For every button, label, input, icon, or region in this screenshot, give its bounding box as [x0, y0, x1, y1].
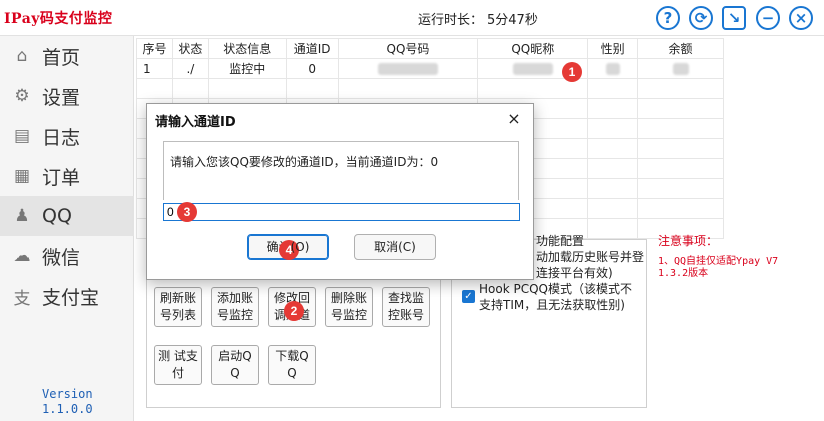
version-value: 1.1.0.0	[42, 402, 93, 416]
column-header-index[interactable]: 序号	[136, 38, 173, 59]
sidebar-item-home[interactable]: ⌂ 首页	[0, 36, 134, 76]
table-row	[136, 78, 724, 99]
test-pay-button[interactable]: 测 试支 付	[154, 345, 202, 385]
runtime-display: 运行时长： 5分47秒	[418, 9, 538, 28]
sidebar-item-wechat[interactable]: ☁ 微信	[0, 236, 134, 276]
sidebar-item-alipay[interactable]: 支 支付宝	[0, 276, 134, 316]
redacted-balance	[672, 63, 689, 75]
table-header-row: 序号 状态 状态信息 通道ID QQ号码 QQ昵称 性别 余额	[136, 38, 724, 59]
runtime-label: 运行时长：	[418, 13, 484, 28]
home-icon: ⌂	[16, 46, 28, 66]
table-row[interactable]: 1 ./ 监控中 0	[136, 58, 724, 79]
order-icon: ▦	[13, 166, 31, 186]
qq-icon: ♟	[14, 206, 30, 226]
row-status: ./	[171, 58, 209, 79]
confirm-button-shortcut: (O)	[290, 240, 310, 254]
row-status-info: 监控中	[207, 58, 287, 79]
row-channel-id: 0	[285, 58, 339, 79]
column-header-balance[interactable]: 余额	[637, 38, 724, 59]
notes-body: 1、QQ自挂仅适配Ypay V7 1.3.2版本	[658, 256, 779, 279]
sidebar-item-log[interactable]: ▤ 日志	[0, 116, 134, 156]
refresh-icon[interactable]: ⟳	[689, 6, 713, 30]
version-label: Version	[42, 387, 93, 401]
annotation-badge-3: 3	[177, 202, 197, 222]
sidebar-item-label: 支付宝	[42, 286, 100, 309]
auto-load-option-text-2: 连接平台有效)	[536, 266, 613, 280]
channel-id-dialog: 请输入通道ID × 请输入您该QQ要修改的通道ID，当前通道ID为：0 确认(O…	[146, 103, 534, 280]
column-header-gender[interactable]: 性别	[587, 38, 639, 59]
gear-icon: ⚙	[14, 86, 30, 106]
sidebar-item-label: 微信	[42, 246, 81, 269]
dialog-message: 请输入您该QQ要修改的通道ID，当前通道ID为：0	[170, 155, 439, 169]
app-title: IPay码支付监控	[4, 11, 113, 27]
hook-pcqq-checkbox[interactable]: ✓	[462, 290, 475, 303]
column-header-channel-id[interactable]: 通道ID	[285, 38, 339, 59]
find-monitor-button[interactable]: 查找监控账号	[382, 287, 430, 327]
wechat-icon: ☁	[13, 246, 31, 266]
dialog-close-icon[interactable]: ×	[503, 108, 525, 130]
sidebar: ⌂ 首页 ⚙ 设置 ▤ 日志 ▦ 订单 ♟ QQ ☁ 微信 支 支付宝 Vers…	[0, 36, 134, 421]
minimize-icon[interactable]: −	[756, 6, 780, 30]
add-monitor-button[interactable]: 添加账号监控	[211, 287, 259, 327]
notes-title: 注意事项：	[658, 234, 719, 248]
column-header-status[interactable]: 状态	[171, 38, 209, 59]
delete-monitor-button[interactable]: 删除账号监控	[325, 287, 373, 327]
redacted-gender	[605, 63, 620, 75]
sidebar-item-label: 首页	[42, 46, 81, 69]
row-gender	[587, 58, 639, 79]
sidebar-item-label: 订单	[42, 166, 81, 189]
cancel-button[interactable]: 取消(C)	[354, 234, 436, 260]
sidebar-item-label: 设置	[42, 86, 81, 109]
runtime-value: 5分47秒	[487, 13, 538, 28]
row-balance	[637, 58, 724, 79]
row-index: 1	[136, 58, 173, 79]
redacted-qq-number	[377, 63, 438, 75]
row-qq-number	[337, 58, 479, 79]
redacted-qq-nickname	[512, 63, 553, 75]
log-icon: ▤	[13, 126, 31, 146]
sidebar-item-qq[interactable]: ♟ QQ	[0, 196, 134, 236]
annotation-badge-1: 1	[562, 62, 582, 82]
close-icon[interactable]: ×	[789, 6, 813, 30]
options-section-title: 功能配置	[536, 234, 585, 248]
dialog-message-box: 请输入您该QQ要修改的通道ID，当前通道ID为：0	[163, 141, 519, 200]
dialog-title: 请输入通道ID	[155, 115, 236, 130]
sidebar-item-settings[interactable]: ⚙ 设置	[0, 76, 134, 116]
column-header-status-info[interactable]: 状态信息	[207, 38, 287, 59]
channel-id-input[interactable]	[163, 203, 520, 221]
annotation-badge-2: 2	[284, 301, 304, 321]
auto-load-option-text: 动加载历史账号并登	[536, 250, 645, 264]
help-icon[interactable]: ?	[656, 6, 680, 30]
start-qq-button[interactable]: 启动Q Q	[211, 345, 259, 385]
sidebar-item-label: QQ	[42, 205, 72, 227]
version-info: Version 1.1.0.0	[42, 387, 93, 417]
sidebar-item-order[interactable]: ▦ 订单	[0, 156, 134, 196]
hook-pcqq-option-text[interactable]: Hook PCQQ模式（该模式不支持TIM，且无法获取性别)	[479, 281, 639, 313]
column-header-qq-nickname[interactable]: QQ昵称	[477, 38, 589, 59]
download-qq-button[interactable]: 下载Q Q	[268, 345, 316, 385]
app-header: IPay码支付监控 运行时长： 5分47秒 ? ⟳ ↘ − ×	[0, 0, 824, 36]
sidebar-item-label: 日志	[42, 126, 81, 149]
minimize-to-tray-icon[interactable]: ↘	[722, 6, 746, 30]
column-header-qq-number[interactable]: QQ号码	[337, 38, 479, 59]
refresh-list-button[interactable]: 刷新账号列表	[154, 287, 202, 327]
alipay-icon: 支	[13, 288, 31, 309]
